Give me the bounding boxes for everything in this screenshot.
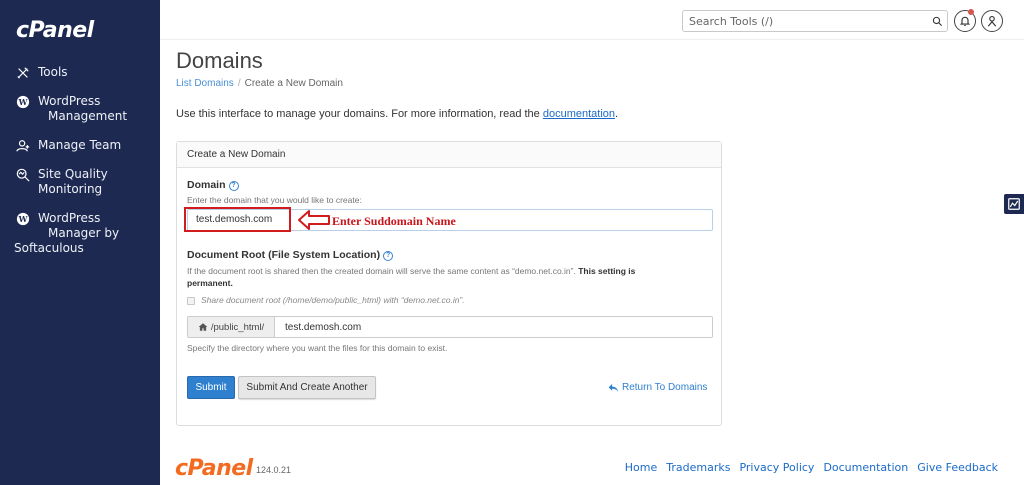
docroot-hint-text: If the document root is shared then the … (187, 266, 579, 276)
footer-link-trademarks[interactable]: Trademarks (666, 461, 730, 474)
page-title: Domains (176, 48, 263, 73)
docroot-input-group: /public_html/ (187, 316, 713, 338)
annotation-label: Enter Suddomain Name (332, 214, 456, 228)
return-arrow-icon (608, 383, 619, 392)
docroot-prefix: /public_html/ (188, 317, 275, 337)
footer-cpanel-logo[interactable]: cPanel (175, 456, 253, 481)
docroot-help: Specify the directory where you want the… (187, 343, 448, 353)
user-icon (987, 15, 997, 27)
breadcrumb: List Domains / Create a New Domain (176, 78, 343, 89)
share-docroot-checkbox[interactable] (187, 297, 195, 305)
docroot-label: Document Root (File System Location)? (187, 249, 394, 261)
docroot-prefix-text: /public_html/ (210, 321, 265, 333)
sidebar-item-label: Manage Team (38, 138, 122, 152)
search-icon[interactable] (927, 11, 947, 31)
submit-and-create-another-button[interactable]: Submit And Create Another (238, 376, 376, 399)
sidebar-item-wordpress-manager[interactable]: W WordPress Manager by Softaculous (0, 208, 160, 259)
intro-sentence: Use this interface to manage your domain… (176, 108, 543, 120)
label-line: Manager by (48, 226, 120, 240)
intro-end: . (615, 108, 619, 120)
breadcrumb-current: Create a New Domain (244, 78, 343, 89)
annotation-arrow-icon (298, 210, 330, 230)
help-icon[interactable]: ? (228, 181, 239, 191)
bell-icon (959, 16, 971, 27)
label-line: Monitoring (38, 182, 103, 196)
label-line: Softaculous (14, 241, 84, 255)
submit-button[interactable]: Submit (187, 376, 235, 399)
label-line: Management (48, 109, 128, 123)
docroot-label-text: Document Root (File System Location) (187, 249, 381, 261)
create-domain-panel: Create a New Domain Domain? Enter the do… (176, 141, 722, 426)
footer-link-give-feedback[interactable]: Give Feedback (917, 461, 998, 474)
team-icon (14, 138, 32, 153)
footer-link-home[interactable]: Home (625, 461, 657, 474)
wordpress-icon: W (14, 211, 32, 226)
footer-links: Home Trademarks Privacy Policy Documenta… (625, 461, 998, 474)
cpanel-logo[interactable]: cPanel (16, 18, 94, 43)
sidebar-item-label: WordPress Management (38, 94, 127, 124)
docroot-hint: If the document root is shared then the … (187, 265, 697, 289)
tools-icon (14, 65, 32, 80)
footer-link-documentation[interactable]: Documentation (823, 461, 908, 474)
sidebar-item-wordpress-management[interactable]: W WordPress Management (0, 91, 160, 127)
search-box[interactable] (682, 10, 948, 32)
breadcrumb-list-domains[interactable]: List Domains (176, 78, 234, 89)
notification-dot (968, 9, 974, 15)
docroot-hint-bold: This setting is (578, 266, 636, 276)
search-monitor-icon (14, 167, 32, 182)
sidebar-item-label: WordPress Manager by (38, 211, 119, 241)
annotation-highlight-box (184, 207, 291, 232)
wordpress-icon: W (14, 94, 32, 109)
sidebar-item-site-quality[interactable]: Site Quality Monitoring (0, 164, 160, 200)
docroot-hint-bold: permanent. (187, 278, 233, 288)
stats-panel-toggle[interactable] (1004, 194, 1024, 214)
domain-label-text: Domain (187, 179, 226, 191)
documentation-link[interactable]: documentation (543, 108, 615, 120)
help-icon[interactable]: ? (383, 251, 394, 261)
label-line: WordPress (38, 211, 101, 225)
home-icon (198, 323, 208, 331)
sidebar-item-manage-team[interactable]: Manage Team (0, 135, 160, 156)
topbar (160, 0, 1024, 40)
notifications-button[interactable] (954, 9, 976, 32)
sidebar: cPanel Tools W WordPress Management Mana… (0, 0, 160, 485)
sidebar-item-label: Site Quality Monitoring (38, 167, 108, 197)
domain-label: Domain? (187, 179, 239, 191)
svg-text:W: W (18, 215, 28, 224)
chart-icon (1008, 198, 1020, 210)
breadcrumb-separator: / (237, 78, 241, 89)
user-menu-button[interactable] (981, 10, 1003, 32)
svg-text:W: W (18, 98, 28, 107)
label-line: WordPress (38, 94, 101, 108)
sidebar-nav: Tools W WordPress Management Manage Team… (0, 62, 160, 267)
docroot-input[interactable] (275, 317, 712, 337)
panel-title: Create a New Domain (177, 142, 721, 168)
sidebar-item-tools[interactable]: Tools (0, 62, 160, 83)
version-label: 124.0.21 (256, 465, 292, 475)
return-label: Return To Domains (622, 382, 708, 393)
footer-link-privacy-policy[interactable]: Privacy Policy (739, 461, 814, 474)
share-docroot-label[interactable]: Share document root (/home/demo/public_h… (201, 295, 465, 305)
intro-text: Use this interface to manage your domain… (176, 108, 618, 120)
sidebar-item-label: Tools (38, 65, 68, 79)
blank-area (672, 50, 1024, 98)
label-line: Site Quality (38, 167, 108, 181)
return-to-domains-link[interactable]: Return To Domains (608, 382, 707, 393)
search-input[interactable] (683, 11, 927, 31)
domain-hint: Enter the domain that you would like to … (187, 195, 362, 205)
